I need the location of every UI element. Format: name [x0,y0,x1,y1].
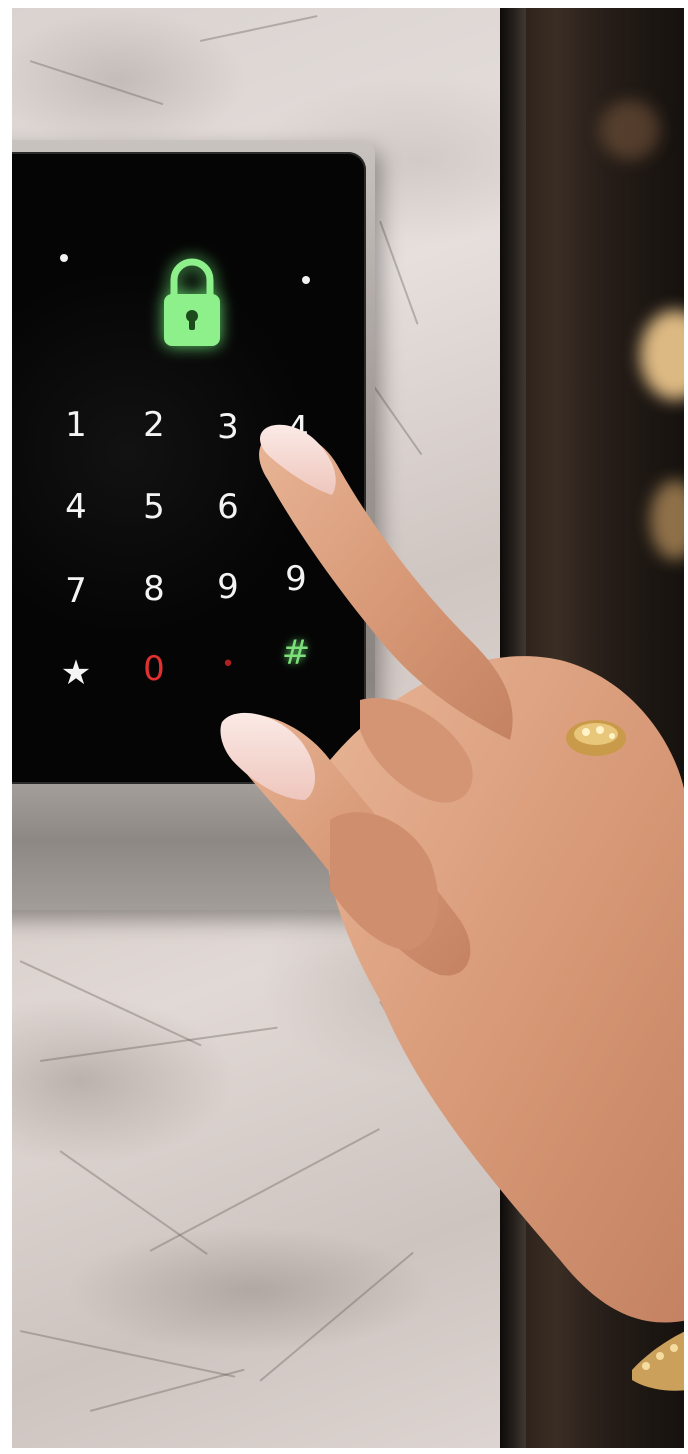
index-finger [259,432,513,740]
gold-bracelet [632,1330,688,1391]
photo-scene: 1 2 3 4 4 5 6 7 8 9 9 ★ 0 • # [0,0,688,1454]
thumb-nail [220,712,316,800]
gold-ring [566,720,626,756]
